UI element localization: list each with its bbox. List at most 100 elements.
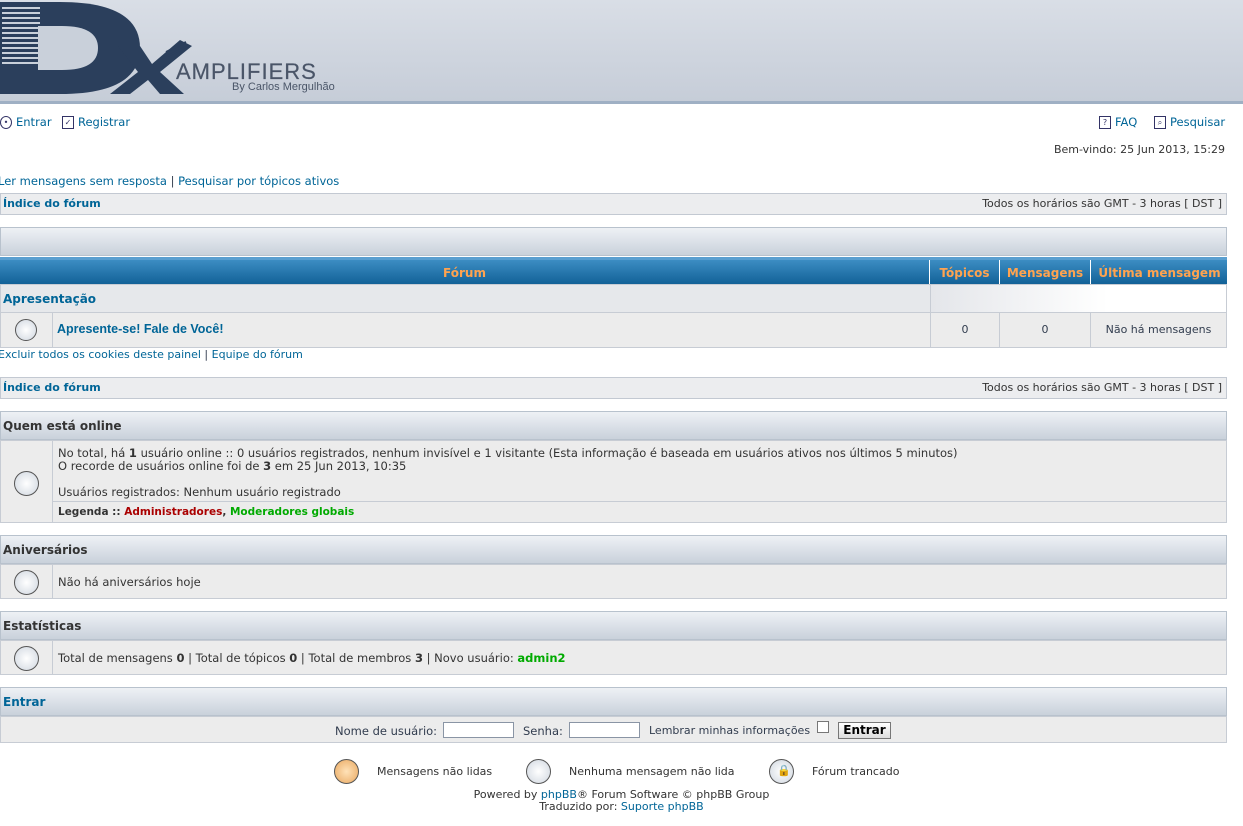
legend-comma: , [222, 506, 230, 518]
online-line-2: O recorde de usuários online foi de 3 em… [58, 459, 406, 473]
online-line-1-prefix: No total, há [58, 446, 129, 460]
unanswered-link[interactable]: Ler mensagens sem resposta [0, 174, 167, 188]
legend-row: Legenda :: Administradores, Moderadores … [52, 501, 1227, 523]
quick-links-separator: | [170, 174, 175, 188]
who-online-header: Quem está online [0, 411, 1227, 440]
stats-members-value: 3 [414, 651, 423, 665]
footer-links: Excluir todos os cookies deste painel | … [0, 348, 303, 361]
header-topics: Tópicos [929, 260, 999, 287]
welcome-text: Bem-vindo: 25 Jun 2013, 15:29 [1053, 143, 1225, 156]
forum-title-link[interactable]: Apresente-se! Fale de Você! [57, 322, 224, 336]
forum-index-link[interactable]: Índice do fórum [3, 197, 101, 210]
login-form: Nome de usuário: Senha: Lembrar minhas i… [0, 716, 1227, 743]
unread-posts-label: Mensagens não lidas [377, 765, 493, 778]
remember-label: Lembrar minhas informações [649, 724, 811, 737]
legend-admins[interactable]: Administradores [124, 506, 222, 518]
birthdays-body: Não há aniversários hoje [52, 564, 1227, 599]
unread-posts-icon [334, 759, 359, 784]
faq-link[interactable]: ? FAQ [1099, 115, 1137, 129]
forum-row-icon-cell [0, 312, 53, 348]
login-title[interactable]: Entrar [3, 695, 45, 709]
forum-last-post: Não há mensagens [1090, 312, 1227, 348]
login-link[interactable]: • Entrar [0, 115, 52, 129]
birthdays-icon-cell [0, 564, 53, 599]
quick-links: Ler mensagens sem resposta | Pesquisar p… [0, 174, 339, 188]
who-online-title: Quem está online [3, 419, 122, 433]
no-unread-posts-icon [526, 759, 551, 784]
table-row: Apresente-se! Fale de Você! [52, 312, 931, 348]
online-line-2-suffix: em 25 Jun 2013, 10:35 [271, 459, 407, 473]
users-icon [14, 471, 39, 496]
statistics-text: Total de mensagens 0 | Total de tópicos … [58, 651, 566, 665]
who-online-body: No total, há 1 usuário online :: 0 usuár… [52, 440, 1227, 502]
category-row: Apresentação [0, 284, 931, 313]
online-line-1-suffix: usuário online :: 0 usuários registrados… [136, 446, 958, 460]
translated-by: Traduzido por: Suporte phpBB [0, 800, 1243, 813]
no-unread-icon [15, 319, 37, 341]
online-count: 1 [128, 446, 137, 460]
username-label: Nome de usuário: [335, 724, 438, 738]
record-count: 3 [263, 459, 272, 473]
delete-cookies-link[interactable]: Excluir todos os cookies deste painel [0, 348, 201, 361]
key-icon: • [0, 115, 12, 129]
translated-by-prefix: Traduzido por: [539, 800, 621, 813]
stats-newest-label: | Novo usuário: [422, 651, 518, 665]
password-label: Senha: [523, 724, 563, 738]
no-unread-posts-label: Nenhuma mensagem não lida [569, 765, 735, 778]
category-title[interactable]: Apresentação [3, 292, 96, 306]
faq-link-label: FAQ [1115, 115, 1138, 129]
online-line-2-prefix: O recorde de usuários online foi de [58, 459, 264, 473]
search-link-label: Pesquisar [1170, 115, 1226, 129]
online-line-1: No total, há 1 usuário online :: 0 usuár… [58, 446, 958, 460]
forum-posts-count: 0 [999, 312, 1091, 348]
statistics-icon [14, 646, 39, 671]
birthday-icon [14, 570, 39, 595]
search-link[interactable]: ⌕ Pesquisar [1154, 115, 1225, 129]
login-submit-button[interactable]: Entrar [838, 722, 891, 739]
login-header: Entrar [0, 687, 1227, 716]
statistics-title: Estatísticas [3, 619, 82, 633]
registered-users-line: Usuários registrados: Nenhum usuário reg… [58, 485, 341, 499]
category-row-filler [930, 284, 1227, 313]
stats-members-label: | Total de membros [297, 651, 415, 665]
forum-table-header: Fórum Tópicos Mensagens Última mensagem [0, 257, 1227, 287]
remember-checkbox[interactable] [817, 721, 829, 733]
header-posts: Mensagens [999, 260, 1090, 287]
active-topics-link[interactable]: Pesquisar por tópicos ativos [178, 174, 339, 188]
register-link[interactable]: ✓ Registrar [62, 115, 130, 129]
locked-forum-label: Fórum trancado [812, 765, 900, 778]
forum-list-top-bar [0, 227, 1227, 256]
translator-link[interactable]: Suporte phpBB [621, 800, 704, 813]
site-header: AMPLIFIERS By Carlos Mergulhão [0, 0, 1243, 104]
birthdays-text: Não há aniversários hoje [58, 575, 201, 589]
forum-topics-count: 0 [930, 312, 1000, 348]
username-input[interactable] [443, 722, 514, 738]
legend-label: Legenda :: [58, 506, 125, 518]
question-icon: ? [1099, 115, 1111, 129]
checkbox-icon: ✓ [62, 115, 74, 129]
statistics-icon-cell [0, 640, 53, 675]
breadcrumb-bar-top: Índice do fórum Todos os horários são GM… [0, 193, 1227, 215]
register-link-label: Registrar [78, 115, 131, 129]
logo-byline: By Carlos Mergulhão [232, 81, 335, 93]
stats-topics-label: | Total de tópicos [184, 651, 290, 665]
timezone-text: Todos os horários são GMT - 3 horas [ DS… [982, 197, 1222, 210]
logo-d-mark [0, 2, 140, 94]
header-forum: Fórum [443, 266, 486, 280]
site-logo[interactable]: AMPLIFIERS By Carlos Mergulhão [0, 0, 360, 100]
login-link-label: Entrar [16, 115, 52, 129]
forum-index-link-bottom[interactable]: Índice do fórum [3, 381, 101, 394]
legend-moderators[interactable]: Moderadores globais [230, 506, 354, 518]
team-link[interactable]: Equipe do fórum [212, 348, 303, 361]
statistics-header: Estatísticas [0, 611, 1227, 640]
who-online-icon-cell [0, 440, 53, 523]
header-last-post: Última mensagem [1090, 260, 1228, 287]
locked-forum-icon: 🔒 [769, 759, 794, 784]
statistics-body: Total de mensagens 0 | Total de tópicos … [52, 640, 1227, 675]
stats-posts-label: Total de mensagens [58, 651, 177, 665]
birthdays-header: Aniversários [0, 535, 1227, 564]
breadcrumb-bar-bottom: Índice do fórum Todos os horários são GM… [0, 377, 1227, 399]
password-input[interactable] [569, 722, 640, 738]
birthdays-title: Aniversários [3, 543, 88, 557]
newest-user-link[interactable]: admin2 [517, 651, 565, 665]
